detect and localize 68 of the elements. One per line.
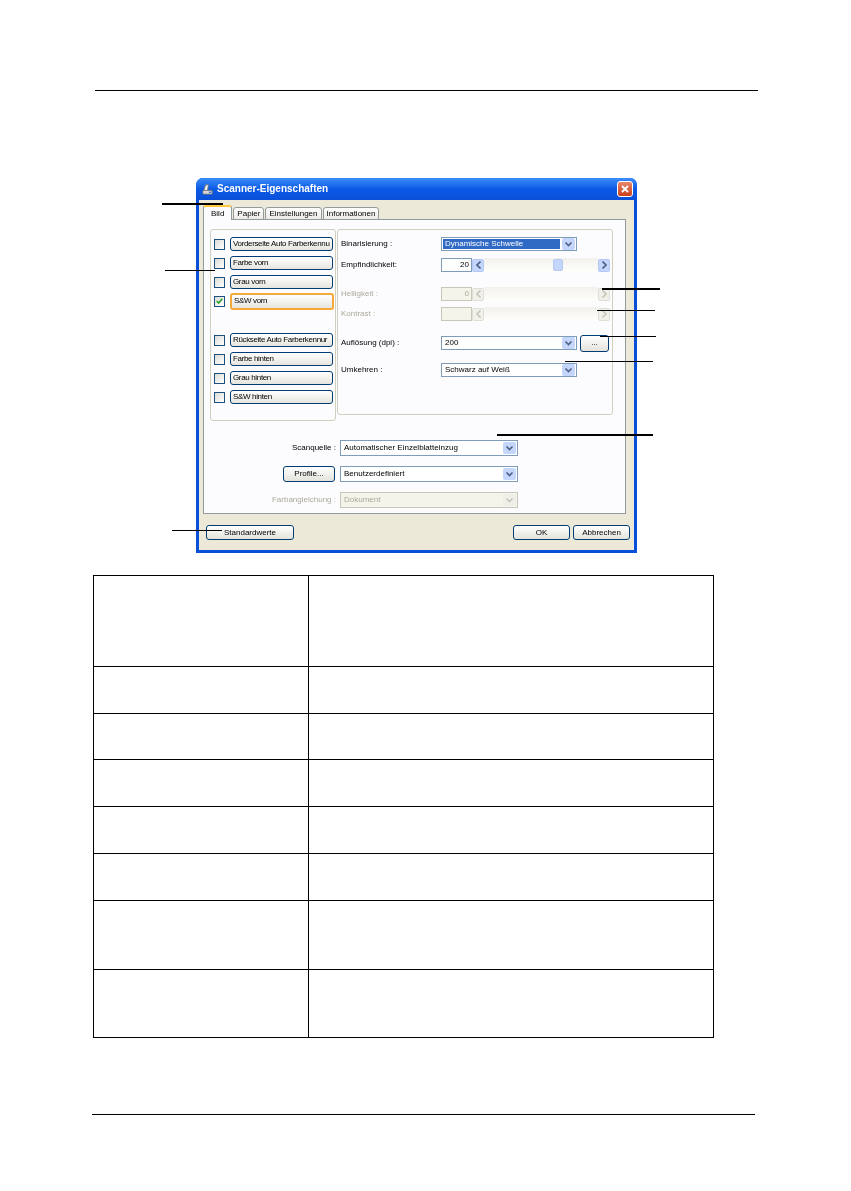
more-button[interactable]: ... bbox=[580, 334, 609, 352]
dropdown[interactable]: Dynamische Schwelle bbox=[441, 237, 577, 251]
scroll-right-button[interactable] bbox=[598, 287, 610, 301]
chevron-right-icon bbox=[601, 261, 607, 269]
dropdown[interactable]: 200 bbox=[441, 336, 577, 350]
chevron-down-icon bbox=[503, 467, 516, 480]
dialog-button[interactable]: Abbrechen bbox=[573, 525, 630, 540]
leader-line bbox=[162, 203, 223, 205]
leader-line bbox=[602, 288, 660, 290]
chevron-down-icon bbox=[562, 337, 575, 349]
leader-line bbox=[597, 310, 655, 311]
tab[interactable]: Einstellungen bbox=[265, 207, 322, 220]
image-type-button[interactable]: Grau hinten bbox=[230, 371, 333, 385]
leader-line bbox=[172, 530, 222, 531]
image-type-button[interactable]: S&W vorn bbox=[230, 292, 334, 310]
field-label: Scanquelle : bbox=[291, 443, 337, 452]
dropdown[interactable]: Automatischer Einzelblatteinzug bbox=[340, 439, 518, 456]
input-field[interactable] bbox=[441, 307, 472, 321]
checkbox[interactable] bbox=[214, 276, 225, 288]
image-type-button[interactable]: S&W hinten bbox=[230, 390, 333, 404]
scroll-right-button[interactable] bbox=[598, 258, 610, 272]
tab[interactable]: Bild bbox=[203, 205, 233, 220]
chevron-left-icon bbox=[475, 310, 481, 318]
image-type-button[interactable]: Vorderseite Auto Farberkennu bbox=[230, 237, 333, 251]
checkbox[interactable] bbox=[214, 334, 225, 346]
window-title: Scanner-Eigenschaften bbox=[217, 184, 329, 194]
chevron-down-icon bbox=[562, 364, 575, 376]
field-label: Farbangleichung : bbox=[271, 495, 337, 504]
chevron-left-icon bbox=[475, 261, 481, 269]
dialog-button[interactable]: Standardwerte bbox=[206, 525, 294, 540]
leader-line bbox=[165, 270, 215, 271]
chevron-right-icon bbox=[601, 310, 607, 318]
tab[interactable]: Informationen bbox=[322, 207, 380, 220]
chevron-down-icon bbox=[503, 493, 516, 506]
field-label: Binarisierung : bbox=[341, 240, 394, 248]
checkbox[interactable] bbox=[214, 238, 225, 250]
scroll-left-button[interactable] bbox=[472, 258, 484, 272]
field-label: Auflösung (dpi) : bbox=[341, 339, 401, 347]
checkmark-icon bbox=[216, 298, 223, 304]
dropdown[interactable]: Schwarz auf Weiß bbox=[441, 363, 577, 377]
field-label: Kontrast : bbox=[341, 310, 377, 318]
leader-line bbox=[600, 336, 656, 337]
checkbox[interactable] bbox=[214, 295, 225, 307]
slider-thumb[interactable] bbox=[552, 259, 563, 271]
field-label: Umkehren : bbox=[341, 366, 384, 374]
field-label: Empfindlichkeit: bbox=[341, 261, 399, 269]
scroll-right-button[interactable] bbox=[598, 307, 610, 321]
profile-button[interactable]: Profile... bbox=[283, 465, 335, 482]
checkbox[interactable] bbox=[214, 353, 225, 365]
image-type-button[interactable]: Farbe vorn bbox=[230, 256, 333, 270]
chevron-down-icon bbox=[562, 238, 575, 250]
scanner-icon bbox=[201, 182, 214, 196]
checkbox[interactable] bbox=[214, 257, 225, 269]
field-label: Helligkeit : bbox=[341, 290, 379, 298]
image-type-button[interactable]: Farbe hinten bbox=[230, 352, 333, 366]
dialog-button[interactable]: OK bbox=[513, 525, 570, 540]
input-field[interactable]: 20 bbox=[441, 258, 472, 272]
image-type-button[interactable]: Rückseite Auto Farberkennur bbox=[230, 333, 333, 347]
dropdown[interactable]: Benutzerdefiniert bbox=[340, 465, 518, 482]
image-type-button[interactable]: Grau vorn bbox=[230, 275, 333, 289]
checkbox[interactable] bbox=[214, 391, 225, 403]
close-icon bbox=[621, 185, 629, 193]
checkbox[interactable] bbox=[214, 372, 225, 384]
close-button[interactable] bbox=[617, 181, 633, 197]
chevron-right-icon bbox=[601, 290, 607, 298]
chevron-down-icon bbox=[503, 441, 516, 454]
tab[interactable]: Papier bbox=[233, 207, 265, 220]
chevron-left-icon bbox=[475, 290, 481, 298]
